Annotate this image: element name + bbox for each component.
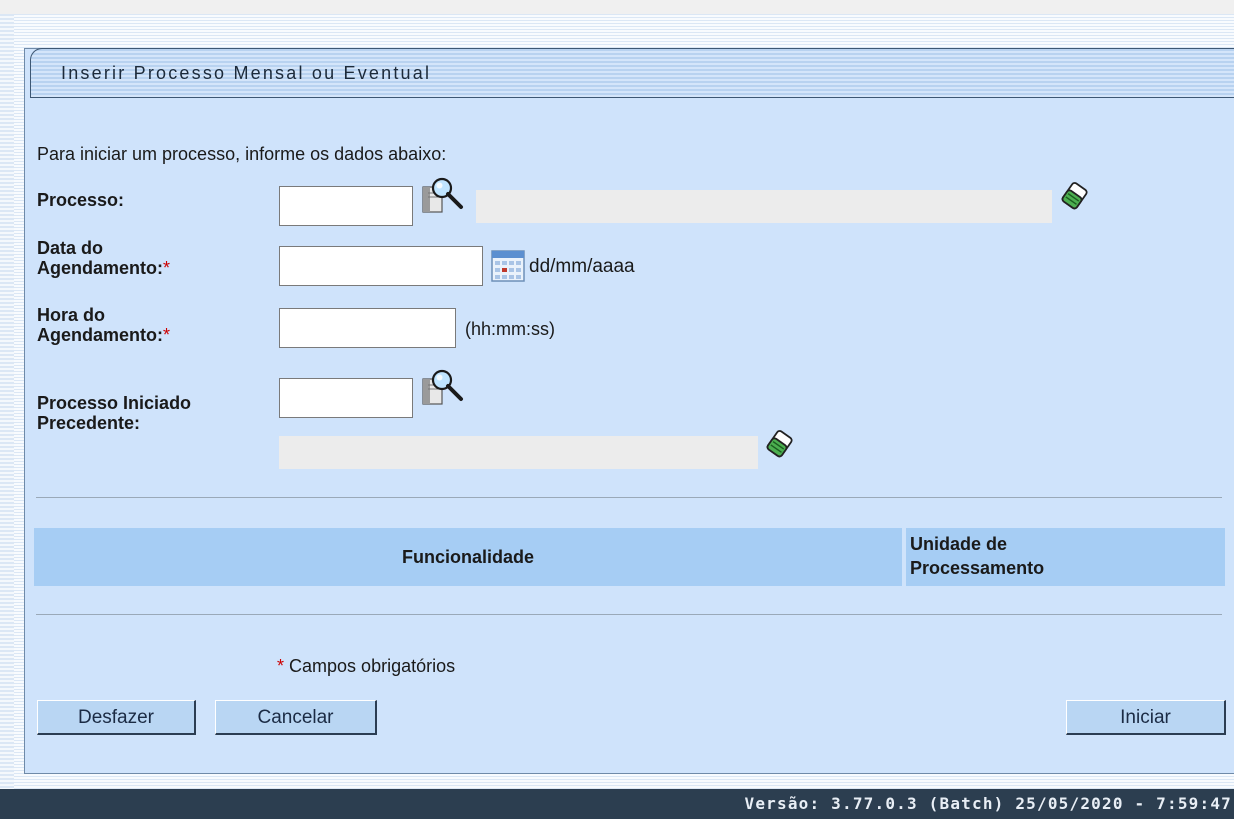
precedente-label-line2: Precedente: bbox=[37, 413, 141, 433]
data-agendamento-input[interactable] bbox=[279, 246, 483, 286]
processo-precedente-label: Processo Iniciado Precedente: bbox=[37, 393, 191, 433]
data-format-hint: dd/mm/aaaa bbox=[529, 256, 635, 277]
processo-label: Processo: bbox=[37, 190, 125, 210]
processo-input[interactable] bbox=[279, 186, 413, 226]
left-strip bbox=[0, 14, 14, 789]
version-footer: Versão: 3.77.0.3 (Batch) 25/05/2020 - 7:… bbox=[0, 789, 1234, 819]
precedente-label-line1: Processo Iniciado bbox=[37, 393, 192, 413]
iniciar-button[interactable]: Iniciar bbox=[1066, 700, 1226, 735]
data-label-line1: Data do bbox=[37, 238, 104, 258]
hora-agendamento-label: Hora do Agendamento:* bbox=[37, 305, 170, 345]
hora-label-text: Agendamento: bbox=[37, 325, 163, 345]
data-label-line2: Agendamento:* bbox=[37, 258, 170, 278]
col-header-unidade-processamento: Unidade de Processamento bbox=[906, 528, 1225, 586]
col-header-funcionalidade: Funcionalidade bbox=[34, 528, 902, 586]
hora-label-line2: Agendamento:* bbox=[37, 325, 170, 345]
required-note-text: Campos obrigatórios bbox=[289, 656, 456, 676]
col-unidade-line2: Processamento bbox=[910, 558, 1045, 578]
processo-precedente-input[interactable] bbox=[279, 378, 413, 418]
divider bbox=[36, 614, 1222, 615]
col-unidade-line1: Unidade de bbox=[910, 534, 1008, 554]
panel-title: Inserir Processo Mensal ou Eventual bbox=[61, 63, 432, 83]
required-fields-note: * Campos obrigatórios bbox=[277, 656, 455, 677]
eraser-icon[interactable] bbox=[763, 424, 797, 469]
top-strip bbox=[0, 0, 1234, 14]
panel-title-tab: Inserir Processo Mensal ou Eventual bbox=[30, 48, 1234, 98]
hora-agendamento-input[interactable] bbox=[279, 308, 456, 348]
version-text: Versão: 3.77.0.3 (Batch) 25/05/2020 - 7:… bbox=[744, 794, 1232, 813]
search-icon[interactable] bbox=[420, 176, 468, 221]
processo-descricao-field bbox=[476, 190, 1052, 223]
required-marker: * bbox=[163, 258, 171, 278]
hora-format-hint: (hh:mm:ss) bbox=[465, 319, 555, 339]
required-marker: * bbox=[277, 656, 285, 676]
desfazer-button[interactable]: Desfazer bbox=[37, 700, 196, 735]
data-agendamento-label: Data do Agendamento:* bbox=[37, 238, 170, 278]
processo-precedente-descricao-field bbox=[279, 436, 758, 469]
data-label-text: Agendamento: bbox=[37, 258, 163, 278]
form-intro: Para iniciar um processo, informe os dad… bbox=[37, 144, 447, 164]
hora-label-line1: Hora do bbox=[37, 305, 106, 325]
funcionalidade-table-header: Funcionalidade Unidade de Processamento bbox=[34, 528, 1225, 586]
divider bbox=[36, 497, 1222, 498]
cancelar-button[interactable]: Cancelar bbox=[215, 700, 377, 735]
required-marker: * bbox=[163, 325, 171, 345]
search-icon[interactable] bbox=[420, 368, 468, 413]
calendar-icon[interactable] bbox=[490, 249, 526, 288]
eraser-icon[interactable] bbox=[1058, 176, 1092, 221]
